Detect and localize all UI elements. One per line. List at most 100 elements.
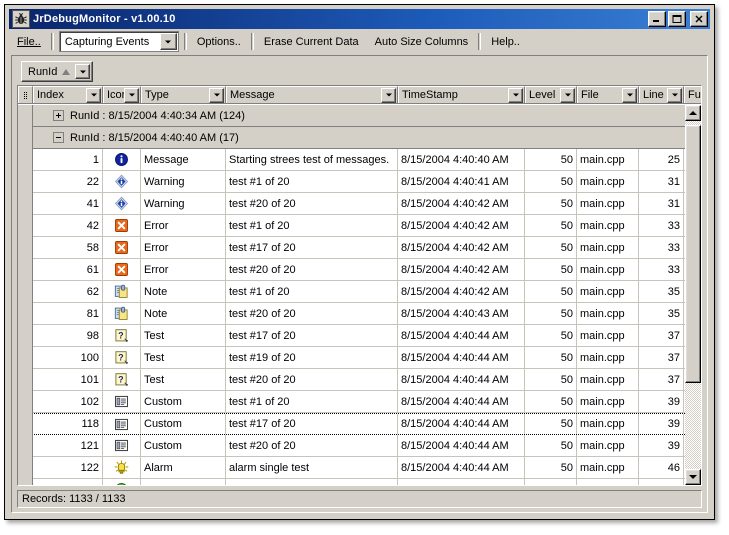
table-row[interactable]: 102 Custom test #1 of 20 8/15/2004 4:40:44 … [18, 391, 685, 413]
cell-type[interactable]: Message [141, 149, 226, 170]
cell-type[interactable]: Test [141, 325, 226, 346]
row-gutter-cell[interactable] [18, 391, 33, 412]
cell-timestamp[interactable]: 8/15/2004 4:40:43 AM [398, 303, 525, 324]
column-filter-chevron-down-icon[interactable] [560, 87, 575, 103]
column-header-level[interactable]: Level [525, 86, 577, 103]
cell-level[interactable]: 50 [525, 457, 577, 478]
cell-level[interactable]: 50 [525, 325, 577, 346]
cell-level[interactable]: 50 [525, 414, 577, 434]
menu-options[interactable]: Options.. [190, 33, 248, 51]
cell-icon[interactable] [103, 457, 141, 478]
column-header-line[interactable]: Line [639, 86, 684, 103]
cell-line[interactable]: 37 [639, 347, 684, 368]
cell-level[interactable]: 50 [525, 281, 577, 302]
cell-message[interactable]: test #20 of 20 [226, 303, 398, 324]
cell-icon[interactable] [103, 479, 141, 485]
cell-index[interactable]: 81 [33, 303, 103, 324]
table-row[interactable]: 123 AssertPasscount<10008/15/2004 4:40:44… [18, 479, 685, 485]
cell-line[interactable]: 39 [639, 414, 684, 434]
menu-auto-size-columns[interactable]: Auto Size Columns [368, 33, 476, 51]
table-row[interactable]: 121 Custom test #20 of 20 8/15/2004 4:40:44… [18, 435, 685, 457]
cell-index[interactable]: 41 [33, 193, 103, 214]
cell-level[interactable]: 50 [525, 237, 577, 258]
cell-message[interactable]: test #20 of 20 [226, 435, 398, 456]
column-header-func[interactable]: Func [684, 86, 701, 103]
cell-index[interactable]: 58 [33, 237, 103, 258]
cell-line[interactable]: 33 [639, 215, 684, 236]
table-row[interactable]: 122 Alarm alarm single test 8/15/2004 4:40:… [18, 457, 685, 479]
cell-line[interactable]: 35 [639, 281, 684, 302]
cell-file[interactable]: main.cpp [577, 369, 639, 390]
cell-file[interactable]: main.cpp [577, 237, 639, 258]
menu-erase-current-data[interactable]: Erase Current Data [257, 33, 366, 51]
cell-type[interactable]: Custom [141, 435, 226, 456]
cell-file[interactable]: main.cpp [577, 215, 639, 236]
cell-index[interactable]: 22 [33, 171, 103, 192]
cell-line[interactable]: 33 [639, 237, 684, 258]
cell-file[interactable]: main.cpp [577, 457, 639, 478]
capture-mode-combo[interactable]: Capturing Events [58, 31, 179, 52]
cell-message[interactable]: test #1 of 20 [226, 391, 398, 412]
cell-icon[interactable]: ? [103, 347, 141, 368]
cell-index[interactable]: 122 [33, 457, 103, 478]
cell-level[interactable]: 50 [525, 435, 577, 456]
cell-index[interactable]: 42 [33, 215, 103, 236]
column-header-file[interactable]: File [577, 86, 639, 103]
grid-select-all-header[interactable] [18, 86, 33, 103]
menu-help[interactable]: Help.. [484, 33, 527, 51]
cell-file[interactable]: main.cpp [577, 347, 639, 368]
table-row[interactable]: 61 Error test #20 of 20 8/15/2004 4:40:42 A… [18, 259, 685, 281]
column-filter-chevron-down-icon[interactable] [124, 87, 139, 103]
cell-timestamp[interactable]: 8/15/2004 4:40:44 AM [398, 347, 525, 368]
cell-type[interactable]: Note [141, 281, 226, 302]
cell-timestamp[interactable]: 8/15/2004 4:40:42 AM [398, 281, 525, 302]
cell-type[interactable]: Warning [141, 193, 226, 214]
cell-index[interactable]: 102 [33, 391, 103, 412]
cell-message[interactable]: test #20 of 20 [226, 369, 398, 390]
cell-message[interactable]: test #20 of 20 [226, 259, 398, 280]
cell-line[interactable]: 39 [639, 435, 684, 456]
row-gutter-cell[interactable] [18, 479, 33, 485]
cell-type[interactable]: Warning [141, 171, 226, 192]
cell-timestamp[interactable]: 8/15/2004 4:40:44 AM [398, 391, 525, 412]
column-header-index[interactable]: Index [33, 86, 103, 103]
column-filter-chevron-down-icon[interactable] [381, 87, 396, 103]
cell-index[interactable]: 100 [33, 347, 103, 368]
cell-type[interactable]: Error [141, 259, 226, 280]
cell-timestamp[interactable]: 8/15/2004 4:40:40 AM [398, 149, 525, 170]
cell-message[interactable]: test #20 of 20 [226, 193, 398, 214]
cell-line[interactable]: 33 [639, 259, 684, 280]
cell-icon[interactable] [103, 435, 141, 456]
cell-message[interactable]: test #17 of 20 [226, 414, 398, 434]
cell-level[interactable]: 50 [525, 391, 577, 412]
cell-line[interactable]: 37 [639, 369, 684, 390]
cell-file[interactable]: main.cpp [577, 303, 639, 324]
column-header-message[interactable]: Message [226, 86, 398, 103]
chevron-down-icon[interactable] [75, 64, 91, 79]
cell-type[interactable]: Note [141, 303, 226, 324]
row-gutter-cell[interactable] [18, 171, 33, 192]
cell-timestamp[interactable]: 8/15/2004 4:40:44 AM [398, 479, 525, 485]
table-row[interactable]: 1 Message Starting strees test of messages… [18, 149, 685, 171]
row-gutter-cell[interactable] [18, 369, 33, 390]
scroll-up-button[interactable] [685, 105, 701, 121]
menu-file[interactable]: File.. [10, 33, 48, 51]
column-header-icon[interactable]: Icon [103, 86, 141, 103]
cell-level[interactable]: 0 [525, 479, 577, 485]
cell-icon[interactable]: ? [103, 325, 141, 346]
cell-timestamp[interactable]: 8/15/2004 4:40:44 AM [398, 369, 525, 390]
scroll-down-button[interactable] [685, 469, 701, 485]
cell-timestamp[interactable]: 8/15/2004 4:40:42 AM [398, 237, 525, 258]
cell-file[interactable]: main.cpp [577, 479, 639, 485]
table-row[interactable]: 81 Note test #20 of 20 8/15/2004 4:40:43 AM… [18, 303, 685, 325]
cell-message[interactable]: count<1000 [226, 479, 398, 485]
table-row[interactable]: 98? Test test #17 of 20 8/15/2004 4:40:44 A… [18, 325, 685, 347]
group-row[interactable]: RunId : 8/15/2004 4:40:34 AM (124) [18, 105, 685, 127]
cell-line[interactable]: 46 [639, 457, 684, 478]
cell-icon[interactable] [103, 193, 141, 214]
cell-message[interactable]: test #1 of 20 [226, 171, 398, 192]
cell-message[interactable]: Starting strees test of messages. [226, 149, 398, 170]
row-gutter-cell[interactable] [18, 149, 33, 170]
cell-index[interactable]: 98 [33, 325, 103, 346]
cell-icon[interactable] [103, 259, 141, 280]
